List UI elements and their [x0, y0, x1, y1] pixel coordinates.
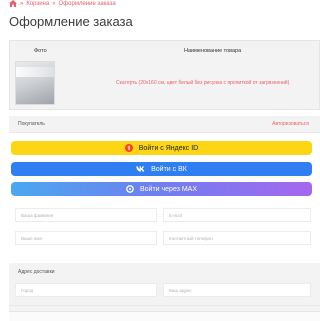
yandex-login-button[interactable]: Войти с Яндекс ID — [11, 141, 312, 155]
buyer-section-header: Покупатель Авторизоваться — [9, 116, 320, 133]
order-items-table: Фото Наименование товара Скатерть (20x16… — [9, 40, 320, 110]
email-placeholder: E-mail — [169, 213, 182, 218]
name-field[interactable]: Ваше имя — [15, 231, 157, 245]
product-name-link[interactable]: Скатерть (20x160 см, цвет белый без рису… — [116, 80, 289, 86]
section-divider — [9, 305, 320, 306]
max-login-label: Войти через MAX — [139, 185, 198, 193]
delivery-address-label: Адрес доставки — [18, 269, 55, 275]
city-placeholder: Город — [21, 288, 34, 293]
table-header-photo: Фото — [34, 48, 47, 54]
breadcrumb-separator: » — [52, 0, 56, 7]
address-placeholder: Ваш адрес — [169, 288, 192, 293]
table-header-name: Наименование товара — [184, 48, 242, 54]
phone-field[interactable]: Контактный телефон — [163, 231, 311, 245]
max-login-button[interactable]: Войти через MAX — [11, 182, 312, 196]
surname-field[interactable]: Ваша фамилия — [15, 208, 157, 222]
home-icon[interactable] — [9, 0, 17, 7]
address-field[interactable]: Ваш адрес — [163, 283, 311, 297]
breadcrumb: » Корзина » Оформление заказа — [9, 0, 116, 7]
yandex-login-label: Войти с Яндекс ID — [138, 144, 199, 152]
city-field[interactable]: Город — [15, 283, 157, 297]
yandex-icon — [124, 144, 133, 152]
email-field[interactable]: E-mail — [163, 208, 311, 222]
login-link[interactable]: Авторизоваться — [272, 121, 309, 127]
phone-placeholder: Контактный телефон — [169, 236, 213, 241]
buyer-label: Покупатель — [18, 121, 45, 127]
breadcrumb-separator: » — [20, 0, 24, 7]
vk-login-label: Войти с ВК — [151, 165, 187, 173]
vk-login-button[interactable]: Войти с ВК — [11, 162, 312, 176]
surname-placeholder: Ваша фамилия — [21, 213, 54, 218]
vk-icon — [136, 166, 145, 172]
name-placeholder: Ваше имя — [21, 236, 42, 241]
breadcrumb-cart-link[interactable]: Корзина — [26, 1, 49, 7]
page-title: Оформление заказа — [9, 14, 133, 29]
breadcrumb-current: Оформление заказа — [58, 0, 116, 7]
max-icon — [126, 185, 134, 193]
product-thumbnail[interactable] — [15, 61, 55, 105]
